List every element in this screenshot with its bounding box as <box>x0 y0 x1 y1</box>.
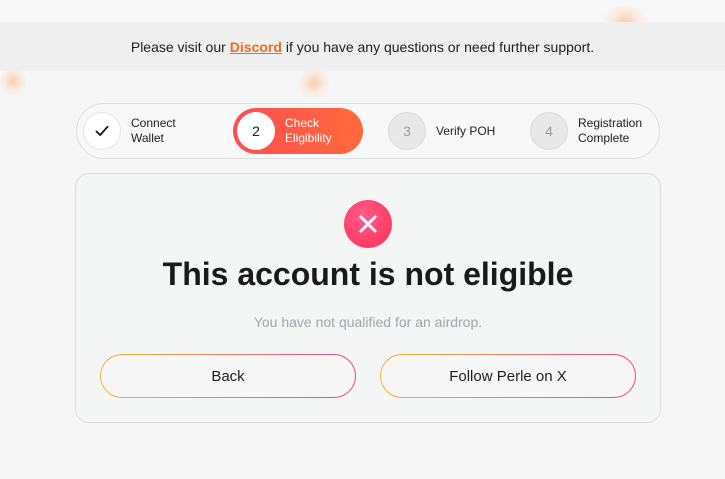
step-number: 3 <box>388 112 426 150</box>
follow-on-x-button[interactable]: Follow Perle on X <box>380 354 636 398</box>
step-check-eligibility: 2 Check Eligibility <box>233 108 363 154</box>
step-label: Check Eligibility <box>285 116 332 145</box>
page: Please visit our Discord if you have any… <box>0 0 725 479</box>
step-number: 2 <box>237 112 275 150</box>
banner-suffix: if you have any questions or need furthe… <box>285 38 595 55</box>
checkmark-icon <box>83 112 121 150</box>
support-banner: Please visit our Discord if you have any… <box>0 22 725 71</box>
back-button[interactable]: Back <box>100 354 356 398</box>
step-registration-complete: 4 Registration Complete <box>530 108 650 154</box>
result-title: This account is not eligible <box>162 256 574 292</box>
follow-button-label: Follow Perle on X <box>381 355 635 397</box>
close-icon <box>344 200 392 248</box>
result-message: You have not qualified for an airdrop. <box>253 314 483 330</box>
step-number: 4 <box>530 112 568 150</box>
step-label: Registration Complete <box>578 116 643 145</box>
eligibility-result-card: This account is not eligible You have no… <box>75 173 661 423</box>
step-label: Connect Wallet <box>131 116 176 145</box>
step-connect-wallet: Connect Wallet <box>83 108 203 154</box>
step-verify-poh: 3 Verify POH <box>388 108 508 154</box>
decor-glow <box>298 68 330 98</box>
step-label: Verify POH <box>436 123 496 138</box>
progress-stepper: Connect Wallet 2 Check Eligibility 3 Ver… <box>76 103 660 159</box>
discord-link[interactable]: Discord <box>230 39 282 55</box>
banner-prefix: Please visit our <box>130 38 226 55</box>
back-button-label: Back <box>101 355 355 397</box>
